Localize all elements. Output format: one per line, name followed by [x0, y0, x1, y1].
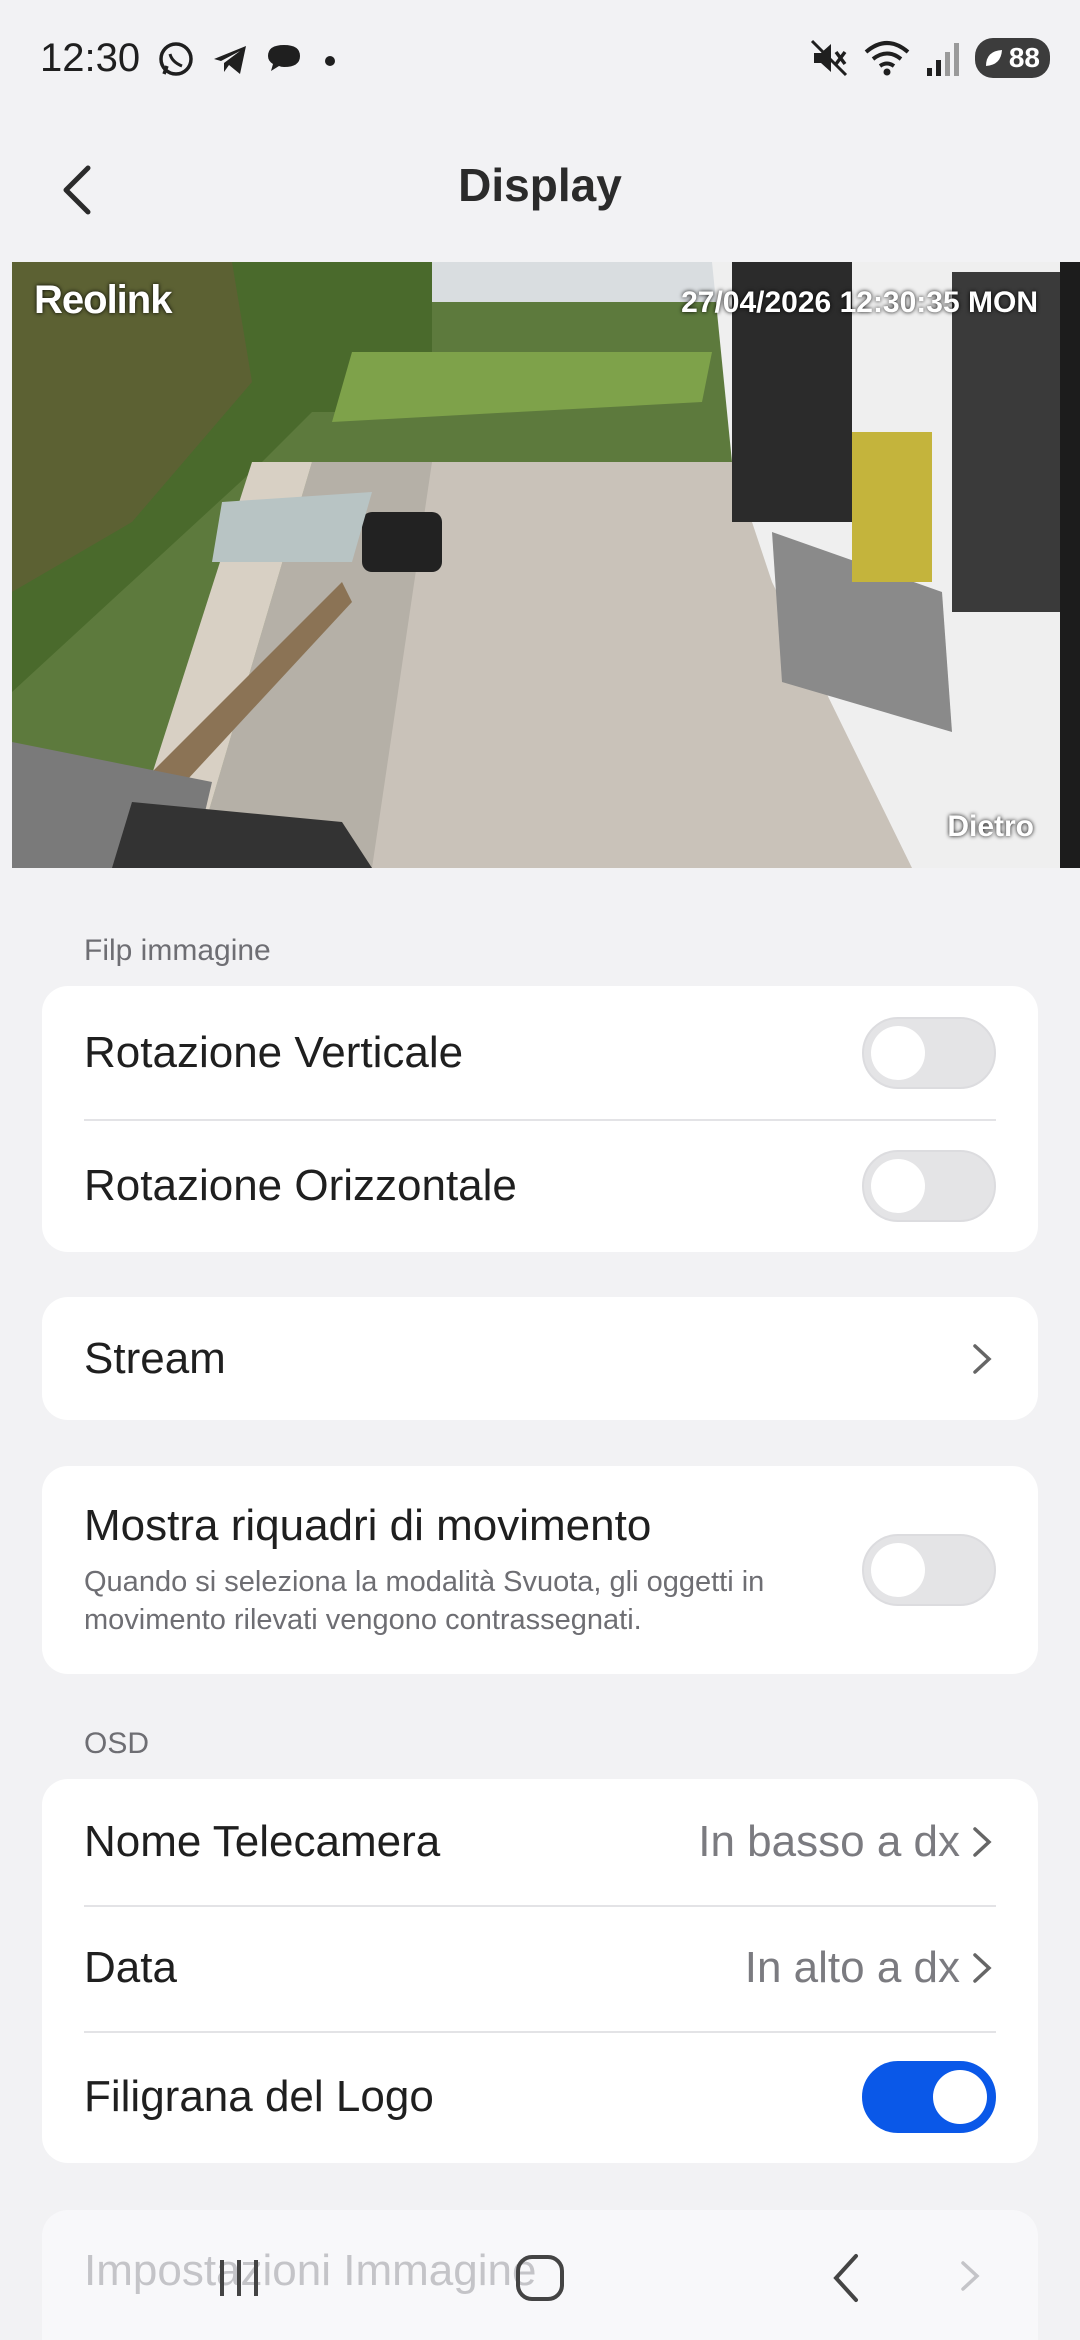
wifi-icon — [864, 41, 910, 76]
horizontal-rotation-toggle[interactable] — [862, 1149, 996, 1222]
camera-name-overlay: Dietro — [947, 810, 1034, 843]
signal-icon — [926, 43, 959, 76]
toggle-knob — [871, 1543, 925, 1597]
flip-section-label: Filp immagine — [84, 934, 271, 967]
osd-section-label: OSD — [84, 1727, 150, 1760]
recents-icon[interactable] — [214, 2256, 264, 2300]
logo-watermark-toggle[interactable] — [862, 2061, 996, 2133]
nav-back-icon[interactable] — [826, 2250, 866, 2306]
camera-feed-image — [12, 262, 1080, 868]
vertical-rotation-label: Rotazione Verticale — [84, 1027, 464, 1077]
stream-label: Stream — [84, 1333, 226, 1383]
status-time: 12:30 — [40, 36, 141, 80]
battery-indicator: 88 — [974, 38, 1050, 78]
camera-name-value: In basso a dx — [698, 1817, 960, 1866]
date-value: In alto a dx — [744, 1943, 960, 1992]
vertical-rotation-row: Rotazione Verticale — [42, 986, 1038, 1119]
horizontal-rotation-row: Rotazione Orizzontale — [42, 1119, 1038, 1252]
motion-boxes-description: Quando si seleziona la modalità Svuota, … — [84, 1566, 765, 1636]
camera-logo-watermark: Reolink — [34, 278, 172, 322]
logo-watermark-row: Filigrana del Logo — [42, 2031, 1038, 2163]
chat-bubble-icon — [268, 45, 300, 71]
whatsapp-icon — [159, 42, 193, 76]
stream-row[interactable]: Stream — [42, 1297, 1038, 1420]
dot-icon — [325, 56, 335, 66]
camera-name-label: Nome Telecamera — [84, 1817, 441, 1866]
osd-card: Nome Telecamera In basso a dx Data In al… — [42, 1779, 1038, 2163]
mute-icon — [810, 39, 847, 77]
telegram-icon — [214, 46, 246, 74]
toggle-knob — [871, 1025, 925, 1080]
app-header: Display — [0, 120, 1080, 262]
date-row[interactable]: Data In alto a dx — [42, 1905, 1038, 2031]
motion-boxes-title: Mostra riquadri di movimento — [84, 1501, 652, 1550]
stream-card: Stream — [42, 1297, 1038, 1420]
motion-boxes-row: Mostra riquadri di movimento Quando si s… — [42, 1466, 1038, 1674]
flip-card: Rotazione Verticale Rotazione Orizzontal… — [42, 986, 1038, 1252]
toggle-knob — [871, 1158, 925, 1213]
camera-name-row[interactable]: Nome Telecamera In basso a dx — [42, 1779, 1038, 1905]
camera-datetime-overlay: 27/04/2026 12:30:35 MON — [681, 286, 1038, 319]
toggle-knob — [933, 2070, 987, 2124]
home-icon[interactable] — [512, 2252, 568, 2304]
vertical-rotation-toggle[interactable] — [862, 1016, 996, 1089]
motion-boxes-toggle[interactable] — [862, 1534, 996, 1606]
notification-icons — [156, 40, 342, 80]
battery-level: 88 — [1008, 42, 1040, 73]
motion-card: Mostra riquadri di movimento Quando si s… — [42, 1466, 1038, 1674]
motion-text: Mostra riquadri di movimento Quando si s… — [84, 1501, 862, 1639]
page-title: Display — [458, 159, 622, 211]
chevron-right-icon — [973, 1953, 992, 1983]
status-bar: 12:30 88 — [0, 0, 1080, 120]
system-icons: 88 — [809, 38, 1050, 78]
chevron-right-icon — [973, 1827, 992, 1857]
horizontal-rotation-label: Rotazione Orizzontale — [84, 1160, 517, 1210]
leaf-icon — [985, 50, 1002, 66]
camera-preview[interactable]: Reolink 27/04/2026 12:30:35 MON Dietro — [12, 262, 1080, 868]
navigation-bar — [0, 2210, 1080, 2340]
date-label: Data — [84, 1943, 177, 1992]
logo-watermark-label: Filigrana del Logo — [84, 2072, 434, 2121]
chevron-right-icon — [973, 1343, 992, 1374]
